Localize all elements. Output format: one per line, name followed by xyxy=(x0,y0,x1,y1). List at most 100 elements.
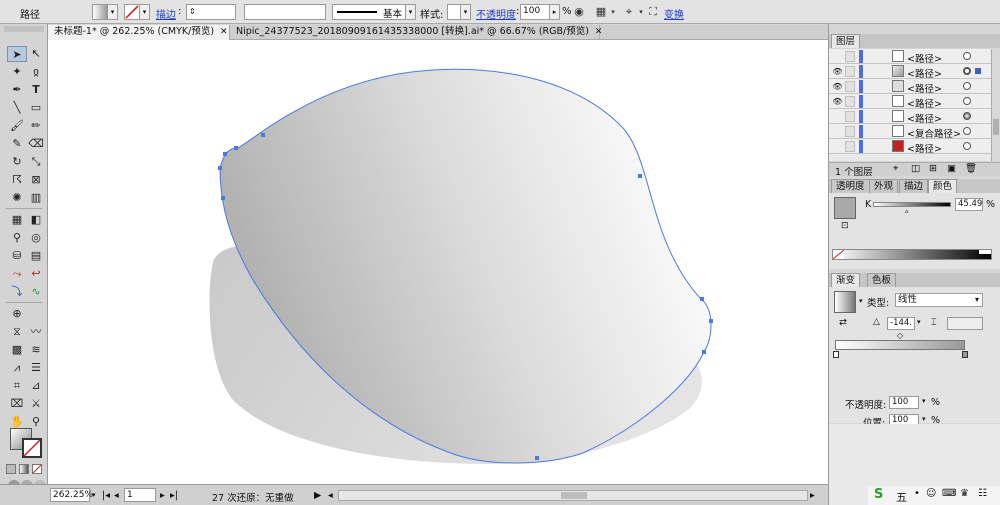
close-icon[interactable]: ✕ xyxy=(220,27,228,37)
target-icon[interactable] xyxy=(963,67,971,75)
zoom-dropdown-icon[interactable]: ▾ xyxy=(92,491,96,499)
lock-toggle[interactable] xyxy=(845,96,855,107)
layer-row[interactable]: 👁 <路径> xyxy=(829,64,991,80)
tab-color[interactable]: 颜色 xyxy=(928,179,958,193)
gradient-type-select[interactable]: 线性 ▾ xyxy=(895,293,983,307)
scrollbar-thumb[interactable] xyxy=(561,492,587,499)
rectangle-tool-icon[interactable]: ▭ xyxy=(26,100,46,116)
artboard-tool-icon[interactable]: ⌗ xyxy=(7,378,27,394)
first-artboard-icon[interactable]: |◂ xyxy=(102,490,110,501)
stroke-dropdown[interactable]: ▾ xyxy=(140,4,150,20)
new-layer-icon[interactable]: ▣ xyxy=(947,163,956,174)
blob-brush-tool-icon[interactable]: ✎ xyxy=(7,136,27,152)
none-color-icon[interactable] xyxy=(832,249,845,260)
align-dropdown-icon[interactable]: ▾ xyxy=(606,5,620,19)
layer-row[interactable]: <复合路径> xyxy=(829,124,991,140)
perspective-tool-icon[interactable]: ⤵ xyxy=(7,284,27,300)
angle-field[interactable]: -144. xyxy=(887,317,915,330)
anchor-point[interactable] xyxy=(535,456,539,460)
opacity-dropdown[interactable]: ▸ xyxy=(550,4,560,20)
transform-link[interactable]: 变换 xyxy=(664,6,684,21)
out-of-gamut-icon[interactable]: ⊡ xyxy=(841,221,849,231)
graphic-style-swatch[interactable] xyxy=(447,4,461,20)
opacity-link[interactable]: 不透明度 xyxy=(476,6,516,21)
tab-transparency[interactable]: 透明度 xyxy=(831,179,870,193)
envelope-tool-icon[interactable]: ⧖ xyxy=(7,324,27,340)
k-value-field[interactable]: 45.49 xyxy=(955,198,983,211)
anchor-point[interactable] xyxy=(702,350,706,354)
stroke-swatch[interactable] xyxy=(124,4,140,20)
brush-definition[interactable]: 基本 xyxy=(332,4,406,20)
recolor-artwork-icon[interactable]: ◉ xyxy=(572,5,586,19)
artboard-canvas[interactable] xyxy=(48,40,828,484)
target-icon[interactable] xyxy=(963,127,971,135)
stroke-link[interactable]: 描边 xyxy=(156,6,176,21)
eye-icon[interactable]: 👁 xyxy=(832,96,843,107)
variable-width-profile[interactable] xyxy=(244,4,326,20)
anchor-point[interactable] xyxy=(221,196,225,200)
next-artboard-icon[interactable]: ▸ xyxy=(160,490,165,501)
stroke-weight-field[interactable]: ⇕ xyxy=(186,4,236,20)
tab-stroke[interactable]: 描边 xyxy=(899,179,929,193)
mesh-tool-icon[interactable]: ▦ xyxy=(7,212,27,228)
gradient-menu-icon[interactable]: ▾ xyxy=(859,297,863,305)
scroll-left-icon[interactable]: ◂ xyxy=(328,490,333,501)
new-sublayer-icon[interactable]: ⊞ xyxy=(929,163,937,174)
zoom-field[interactable]: 262.25% xyxy=(50,488,93,502)
ime-punctuation-icon[interactable]: • xyxy=(914,488,920,499)
warp-tool-icon[interactable]: ☈ xyxy=(7,172,27,188)
gradient-stop-start[interactable] xyxy=(833,351,839,358)
shape-builder-tool-icon[interactable]: ⤳ xyxy=(7,266,27,282)
ime-skin-icon[interactable]: ♛ xyxy=(960,488,969,499)
tab-swatches[interactable]: 色板 xyxy=(867,273,897,287)
last-artboard-icon[interactable]: ▸| xyxy=(170,490,178,501)
stack-tool-icon[interactable]: ☰ xyxy=(26,360,46,376)
selected-indicator[interactable] xyxy=(975,68,981,74)
color-spectrum[interactable] xyxy=(832,249,992,260)
perspective-selection-tool-icon[interactable]: ∿ xyxy=(26,284,46,300)
direct-selection-tool-icon[interactable]: ↖ xyxy=(26,46,46,62)
scrollbar-thumb[interactable] xyxy=(993,119,999,135)
visibility-toggle[interactable] xyxy=(832,126,843,137)
slice-tool-icon[interactable]: ⊿ xyxy=(26,378,46,394)
eye-icon[interactable]: 👁 xyxy=(832,66,843,77)
blend-tool-icon[interactable]: ◎ xyxy=(26,230,46,246)
stop-opacity-field[interactable]: 100 xyxy=(889,396,919,409)
opacity-dropdown-icon[interactable]: ▾ xyxy=(922,397,926,405)
target-icon[interactable] xyxy=(963,112,971,120)
gradient-preview-swatch[interactable] xyxy=(834,291,856,313)
target-icon[interactable] xyxy=(963,52,971,60)
close-icon[interactable]: ✕ xyxy=(595,27,603,37)
anchor-point[interactable] xyxy=(709,319,713,323)
fit-icon[interactable]: ⛶ xyxy=(646,5,660,19)
lock-toggle[interactable] xyxy=(845,126,855,137)
locate-object-icon[interactable]: ⌖ xyxy=(893,163,898,174)
brush-dropdown[interactable]: ▾ xyxy=(406,4,416,20)
lock-toggle[interactable] xyxy=(845,111,855,122)
midpoint-diamond-icon[interactable]: ◇ xyxy=(897,331,903,340)
ime-emoji-icon[interactable]: ☺ xyxy=(926,488,936,499)
color-mode-icon[interactable] xyxy=(6,464,16,474)
aspect-ratio-field[interactable] xyxy=(947,317,983,330)
target-icon[interactable] xyxy=(963,82,971,90)
layer-row[interactable]: <路径> xyxy=(829,49,991,65)
lock-toggle[interactable] xyxy=(845,66,855,77)
eyedropper-tool-icon[interactable]: ⚲ xyxy=(7,230,27,246)
tab-gradient[interactable]: 渐变 xyxy=(831,273,861,287)
symbol-tool-icon[interactable]: ⊕ xyxy=(7,306,27,322)
crop-tool-icon[interactable]: ⌧ xyxy=(7,396,27,412)
eye-icon[interactable]: 👁 xyxy=(832,81,843,92)
scroll-right-icon[interactable]: ▸ xyxy=(810,490,815,501)
anchor-point[interactable] xyxy=(223,152,227,156)
layer-row[interactable]: <路径> xyxy=(829,109,991,125)
paintbrush-tool-icon[interactable]: 🖌 xyxy=(7,118,27,134)
gradient-stop-end[interactable] xyxy=(962,351,968,358)
panel-grip[interactable] xyxy=(4,26,44,32)
pencil-tool-icon[interactable]: ✏ xyxy=(26,118,46,134)
clipping-mask-icon[interactable]: ◫ xyxy=(911,163,920,174)
lock-toggle[interactable] xyxy=(845,141,855,152)
live-paint-selection-tool-icon[interactable]: ↩ xyxy=(26,266,46,282)
artboard-number-field[interactable]: 1 xyxy=(124,488,156,502)
rotate-tool-icon[interactable]: ↻ xyxy=(7,154,27,170)
anchor-point[interactable] xyxy=(261,133,265,137)
